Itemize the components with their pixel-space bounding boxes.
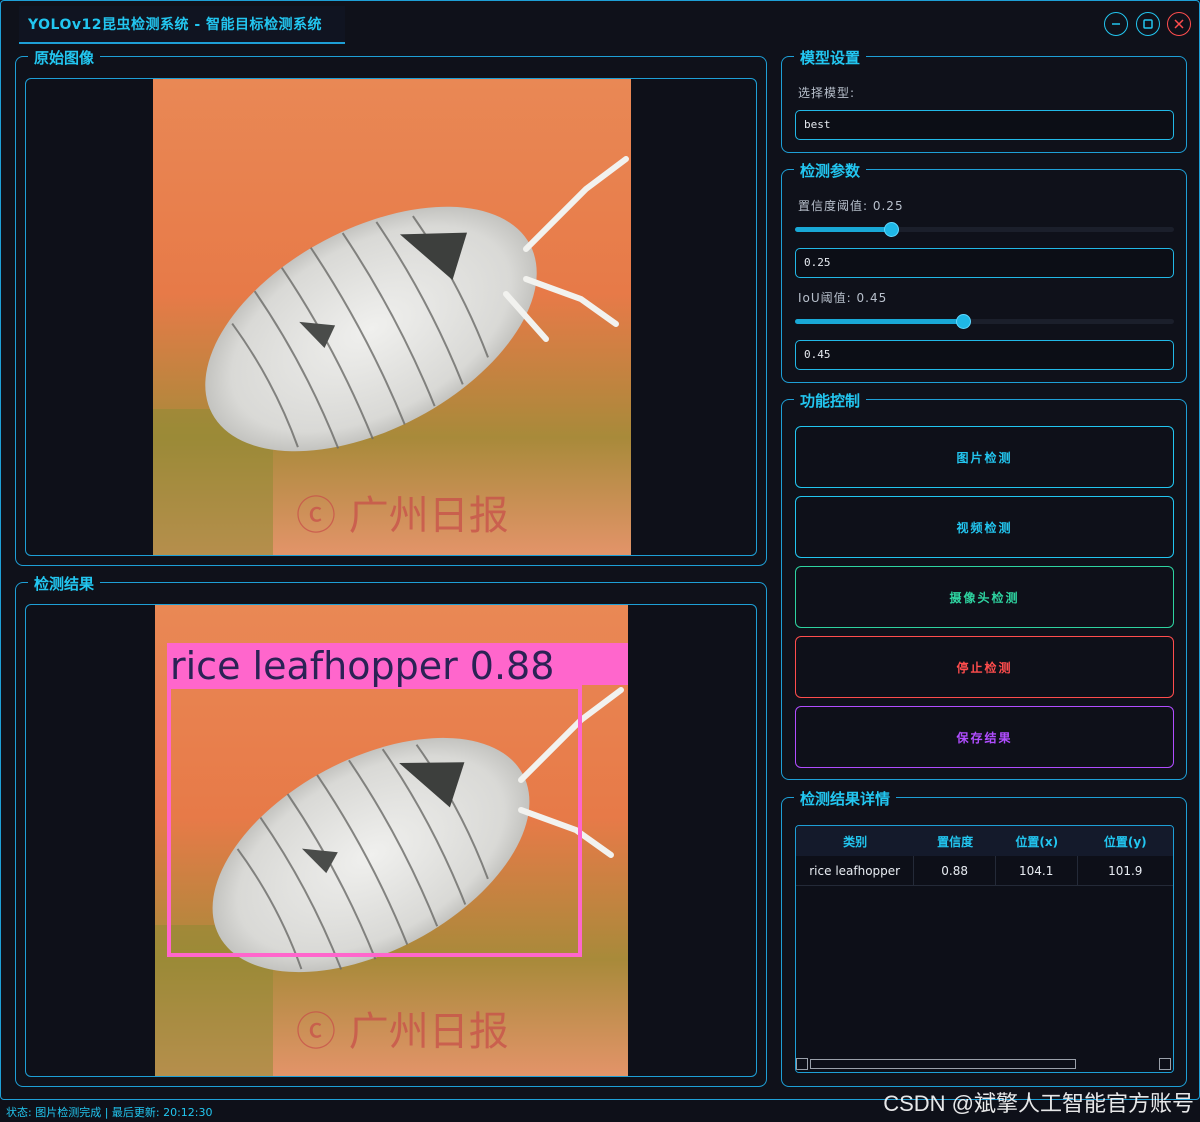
conf-slider-handle[interactable] (884, 222, 899, 237)
iou-slider-fill (795, 319, 963, 324)
maximize-button[interactable] (1136, 12, 1160, 36)
image-detect-button[interactable]: 图片检测 (795, 426, 1174, 488)
table-header: 类别 置信度 位置(x) 位置(y) (796, 826, 1173, 856)
csdn-watermark: CSDN @斌擎人工智能官方账号 (883, 1091, 1194, 1116)
cell-pos-y: 101.9 (1108, 863, 1143, 878)
watermark-logo: ⓒ 广州日报 (296, 1009, 509, 1055)
stop-detect-button[interactable]: 停止检测 (795, 636, 1174, 698)
model-select-label: 选择模型: (798, 86, 856, 100)
iou-threshold-label: IoU阈值: 0.45 (798, 291, 888, 305)
iou-slider[interactable] (795, 314, 1174, 329)
close-button[interactable] (1167, 12, 1191, 36)
scrollbar-thumb[interactable] (810, 1059, 1076, 1069)
iou-input[interactable]: 0.45 (795, 340, 1174, 370)
cell-class: rice leafhopper (796, 856, 915, 885)
minimize-button[interactable] (1104, 12, 1128, 36)
conf-threshold-label: 置信度阈值: 0.25 (798, 199, 904, 213)
watermark-logo: ⓒ 广州日报 (296, 493, 509, 539)
detect-params-title: 检测参数 (794, 160, 867, 181)
original-image-title: 原始图像 (28, 47, 101, 68)
title-underline (19, 42, 345, 44)
close-icon (1174, 19, 1184, 29)
original-image-view: ⓒ 广州日报 (25, 78, 757, 556)
minimize-icon (1112, 23, 1120, 25)
table-row[interactable]: rice leafhopper 0.88 104.1 101.9 (796, 856, 1173, 886)
detection-label: rice leafhopper 0.88 (170, 644, 554, 688)
scroll-left-arrow[interactable] (796, 1058, 808, 1070)
details-title: 检测结果详情 (794, 788, 897, 809)
results-table: 类别 置信度 位置(x) 位置(y) rice leafhopper 0.88 … (795, 825, 1174, 1073)
cell-pos-x: 104.1 (996, 856, 1078, 885)
result-insect-image: ⓒ 广州日报 rice leafhopper 0.88 (155, 605, 628, 1076)
column-header-pos-x[interactable]: 位置(x) (996, 826, 1078, 856)
conf-input[interactable]: 0.25 (795, 248, 1174, 278)
save-results-button[interactable]: 保存结果 (795, 706, 1174, 768)
camera-detect-button[interactable]: 摄像头检测 (795, 566, 1174, 628)
conf-slider-fill (795, 227, 891, 232)
model-select[interactable]: best (795, 110, 1174, 140)
result-image-view: ⓒ 广州日报 rice leafhopper 0.88 (25, 604, 757, 1077)
original-image-panel: 原始图像 ⓒ 广州日报 (15, 47, 767, 566)
result-image-title: 检测结果 (28, 573, 101, 594)
column-header-class[interactable]: 类别 (796, 826, 914, 856)
column-header-pos-y[interactable]: 位置(y) (1078, 826, 1174, 856)
cell-confidence: 0.88 (914, 856, 996, 885)
video-detect-button[interactable]: 视频检测 (795, 496, 1174, 558)
original-insect-image: ⓒ 广州日报 (153, 79, 631, 555)
status-text: 状态: 图片检测完成 | 最后更新: 20:12:30 (6, 1106, 213, 1119)
result-image-panel: 检测结果 ⓒ 广州日报 rice leafhopper 0.88 (15, 573, 767, 1087)
iou-slider-handle[interactable] (956, 314, 971, 329)
window-title: YOLOv12昆虫检测系统 - 智能目标检测系统 (28, 17, 323, 33)
model-settings-title: 模型设置 (794, 47, 867, 68)
maximize-icon (1143, 19, 1153, 29)
title-bar: YOLOv12昆虫检测系统 - 智能目标检测系统 (2, 2, 1198, 44)
app-window: YOLOv12昆虫检测系统 - 智能目标检测系统 原始图像 ⓒ 广州日报 检测结… (0, 0, 1200, 1100)
conf-slider[interactable] (795, 222, 1174, 237)
column-header-confidence[interactable]: 置信度 (914, 826, 996, 856)
scroll-right-arrow[interactable] (1159, 1058, 1171, 1070)
controls-title: 功能控制 (794, 390, 867, 411)
horizontal-scrollbar[interactable] (796, 1058, 1173, 1072)
